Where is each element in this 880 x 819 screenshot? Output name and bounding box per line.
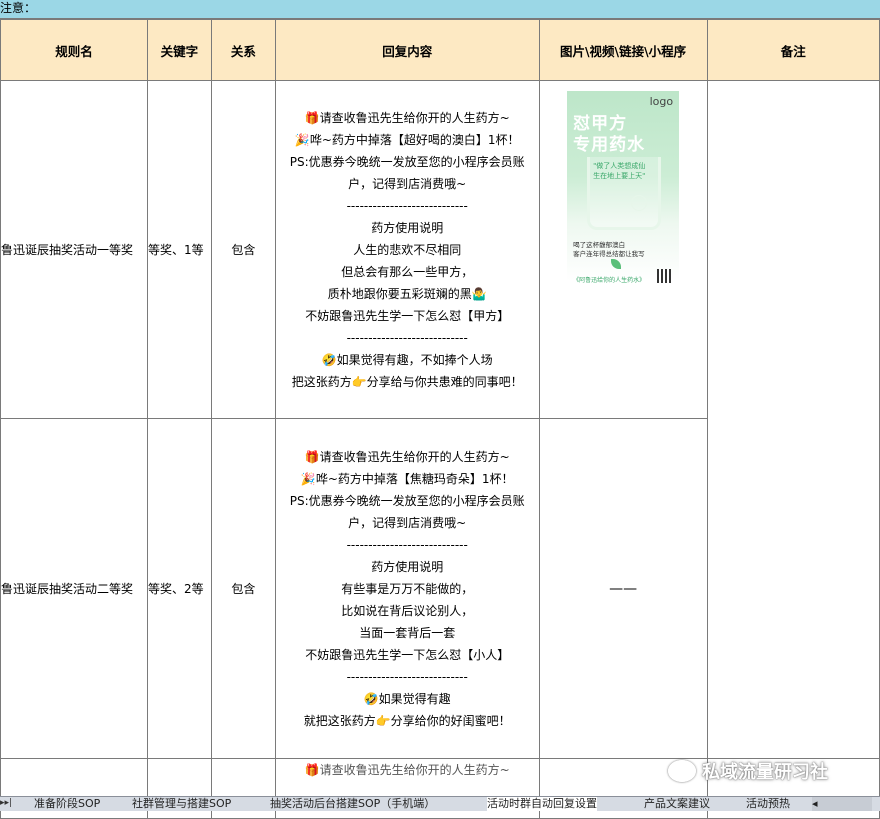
keyword-cell[interactable]: 等奖、2等 xyxy=(146,418,212,759)
reply-line: 人生的悲欢不尽相同 xyxy=(353,242,462,257)
reply-line: 🎁请查收鲁迅先生给你开的人生药方~ xyxy=(304,449,510,464)
reply-line: 但总会有那么一些甲方， xyxy=(341,264,474,279)
notice-bar: 注意： xyxy=(0,0,880,19)
reply-cell[interactable]: 🎁请查收鲁迅先生给你开的人生药方~ 🎉哗~药方中掉落【焦糖玛奇朵】1杯！ PS:… xyxy=(274,418,540,759)
header-relation[interactable]: 关系 xyxy=(210,19,276,81)
reply-line: ---------------------------- xyxy=(346,669,468,684)
reply-line: ---------------------------- xyxy=(346,198,468,213)
sheet-tab-bar: ▸▸| 准备阶段SOP 社群管理与搭建SOP 抽奖活动后台搭建SOP（手机端） … xyxy=(0,796,880,811)
reply-line: PS:优惠券今晚统一发放至您的小程序会员账 xyxy=(289,154,525,169)
reply-line: 当面一套背后一套 xyxy=(359,625,456,640)
reply-line: ---------------------------- xyxy=(346,330,468,345)
reply-line: 🎉哗~药方中掉落【超好喝的澳白】1杯！ xyxy=(294,132,520,147)
poster-logo: logo xyxy=(649,95,674,108)
header-row: 规则名 关键字 关系 回复内容 图片\视频\链接\小程序 备注 xyxy=(0,19,880,81)
header-media[interactable]: 图片\视频\链接\小程序 xyxy=(538,19,708,81)
sheet-tab[interactable]: 社群管理与搭建SOP xyxy=(132,797,231,811)
media-cell[interactable]: —— xyxy=(538,418,708,759)
reply-line: 有些事是万万不能做的， xyxy=(341,581,474,596)
scroll-left-icon[interactable]: ◂ xyxy=(812,797,818,810)
reply-line: 药方使用说明 xyxy=(371,559,444,574)
sheet-tab[interactable]: 活动预热 xyxy=(746,797,790,811)
reply-line: 不妨跟鲁迅先生学一下怎么怼【甲方】 xyxy=(305,308,510,323)
reply-line: 户，记得到店消费哦~ xyxy=(348,176,467,191)
reply-line: 🤣如果觉得有趣 xyxy=(363,691,451,706)
header-reply[interactable]: 回复内容 xyxy=(274,19,540,81)
reply-line: 🎁请查收鲁迅先生给你开的人生药方~ xyxy=(304,110,510,125)
table-row: 鲁迅诞辰抽奖活动一等奖 等奖、1等 包含 🎁请查收鲁迅先生给你开的人生药方~ 🎉… xyxy=(0,80,880,759)
sheet-tab[interactable]: 产品文案建议 xyxy=(644,797,710,811)
check-circle-icon xyxy=(631,195,648,211)
reply-line: 不妨跟鲁迅先生学一下怎么怼【小人】 xyxy=(305,647,510,662)
wechat-icon xyxy=(668,760,696,782)
reply-line: 户，记得到店消费哦~ xyxy=(348,515,467,530)
poster-title-line2: 专用药水 xyxy=(573,135,646,155)
rule-name-cell[interactable]: 鲁迅诞辰抽奖活动一等奖 xyxy=(0,80,148,419)
reply-line: ---------------------------- xyxy=(346,537,468,552)
relation-cell[interactable]: 包含 xyxy=(210,418,276,759)
reply-line: 🤣如果觉得有趣，不如捧个人场 xyxy=(321,352,493,367)
header-keyword[interactable]: 关键字 xyxy=(146,19,212,81)
reply-line: 药方使用说明 xyxy=(371,220,444,235)
reply-line: PS:优惠券今晚统一发放至您的小程序会员账 xyxy=(289,493,525,508)
tab-scroll-arrows[interactable]: ▸▸| xyxy=(0,797,30,811)
sheet-tab[interactable]: 抽奖活动后台搭建SOP（手机端） xyxy=(270,797,435,811)
rules-table: 规则名 关键字 关系 回复内容 图片\视频\链接\小程序 备注 鲁迅诞辰抽奖活动… xyxy=(0,19,880,819)
poster-quote-line1: "做了人类想成仙 xyxy=(593,162,646,170)
poster-footer: 《阿鲁迅给你的人生药水》 xyxy=(573,277,646,284)
poster-quote-line2: 生在地上要上天" xyxy=(593,172,646,180)
reply-cell[interactable]: 🎁请查收鲁迅先生给你开的人生药方~ 🎉哗~药方中掉落【超好喝的澳白】1杯！ PS… xyxy=(274,80,540,419)
poster-sub-line2: 客户连年得总结都让我写 xyxy=(573,250,645,258)
watermark: 私域流量研习社 xyxy=(668,758,828,784)
reply-line: 把这张药方👉分享给与你共患难的同事吧！ xyxy=(291,374,523,389)
relation-cell[interactable]: 包含 xyxy=(210,80,276,419)
watermark-text: 私域流量研习社 xyxy=(702,762,828,783)
header-note[interactable]: 备注 xyxy=(706,19,880,81)
note-cell[interactable] xyxy=(706,80,880,759)
reply-line: 比如说在背后议论别人， xyxy=(341,603,474,618)
reply-line: 就把这张药方👉分享给你的好闺蜜吧！ xyxy=(303,713,511,728)
poster-image[interactable]: logo 怼甲方 专用药水 "做了人类想成仙 生在地上要上天" 喝了这杯馥郁澳白… xyxy=(567,91,680,284)
horizontal-scrollbar[interactable]: ◂ xyxy=(812,797,872,811)
media-cell[interactable]: logo 怼甲方 专用药水 "做了人类想成仙 生在地上要上天" 喝了这杯馥郁澳白… xyxy=(538,80,708,419)
sheet-tab-active[interactable]: 活动时群自动回复设置 xyxy=(487,797,597,811)
header-rule-name[interactable]: 规则名 xyxy=(0,19,148,81)
leaf-icon xyxy=(611,259,622,269)
reply-line: 质朴地跟你要五彩斑斓的黑🤷‍♂️ xyxy=(327,286,487,301)
notice-label: 注意： xyxy=(0,1,37,15)
rule-name-cell[interactable]: 鲁迅诞辰抽奖活动二等奖 xyxy=(0,418,148,759)
arrow-last-icon[interactable]: ▸| xyxy=(5,798,13,808)
qr-code-icon xyxy=(657,269,672,283)
reply-line: 🎉哗~药方中掉落【焦糖玛奇朵】1杯！ xyxy=(300,471,514,486)
sheet-tab[interactable]: 准备阶段SOP xyxy=(34,797,100,811)
keyword-cell[interactable]: 等奖、1等 xyxy=(146,80,212,419)
